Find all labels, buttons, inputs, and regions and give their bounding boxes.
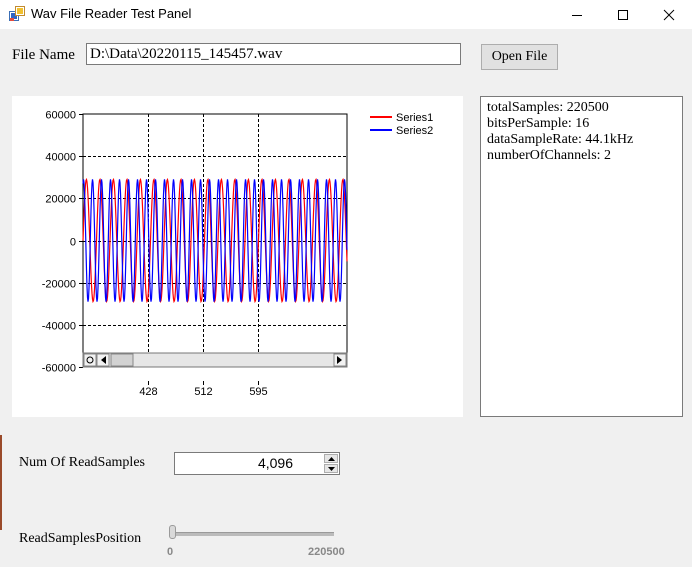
num-read-samples-stepper[interactable]: 4,096 [174,452,340,475]
legend-label-1: Series1 [396,112,433,124]
chevron-down-icon [327,466,335,471]
position-slider-thumb[interactable] [169,525,176,539]
chart-svg: 60000 40000 20000 0 -20000 -40000 -60000 428 512… [42,110,434,399]
app-window-icon[interactable] [9,6,25,22]
slider-max-label: 220500 [308,546,345,558]
scroll-thumb [110,353,134,367]
slider-min-label: 0 [167,546,174,558]
plot-area [82,113,348,368]
y-tick-label: -60000 [42,363,76,375]
minimize-button[interactable] [554,0,600,29]
position-slider-track[interactable] [172,532,334,536]
open-file-button[interactable]: Open File [481,44,558,70]
waveform-chart: 60000 40000 20000 0 -20000 -40000 -60000 428 512… [12,96,463,417]
close-button[interactable] [646,0,692,29]
close-icon [663,9,675,20]
file-info-box[interactable]: totalSamples: 220500 bitsPerSample: 16 d… [480,96,683,417]
spin-up-button[interactable] [324,454,338,463]
y-tick-label: -40000 [42,321,76,333]
info-sample-rate: dataSampleRate: 44.1kHz [487,132,634,147]
window-title: Wav File Reader Test Panel [31,6,192,21]
zoom-reset-button [83,353,97,367]
info-total-samples: totalSamples: 220500 [487,100,609,115]
x-tick-label: 512 [194,386,212,398]
x-tick-label: 595 [249,386,267,398]
minimize-icon [572,14,582,16]
spin-down-button[interactable] [324,464,338,473]
num-read-samples-label: Num Of ReadSamples [19,455,145,470]
maximize-icon [618,9,628,20]
legend-label-2: Series2 [396,125,433,137]
file-name-input[interactable]: D:\Data\20220115_145457.wav [86,43,461,65]
y-tick-label: 40000 [45,152,76,164]
chevron-up-icon [327,456,335,461]
y-tick-label: 0 [70,237,76,249]
info-bits-per-sample: bitsPerSample: 16 [487,116,590,131]
info-channels: numberOfChannels: 2 [487,148,612,163]
y-tick-label: 60000 [45,110,76,122]
read-samples-position-label: ReadSamplesPosition [19,531,142,546]
background-window-edge [0,435,2,530]
x-tick-label: 428 [139,386,157,398]
y-tick-label: -20000 [42,279,76,291]
y-tick-label: 20000 [45,194,76,206]
maximize-button[interactable] [600,0,646,29]
num-read-samples-value[interactable]: 4,096 [258,455,293,471]
file-name-label: File Name [12,47,75,63]
